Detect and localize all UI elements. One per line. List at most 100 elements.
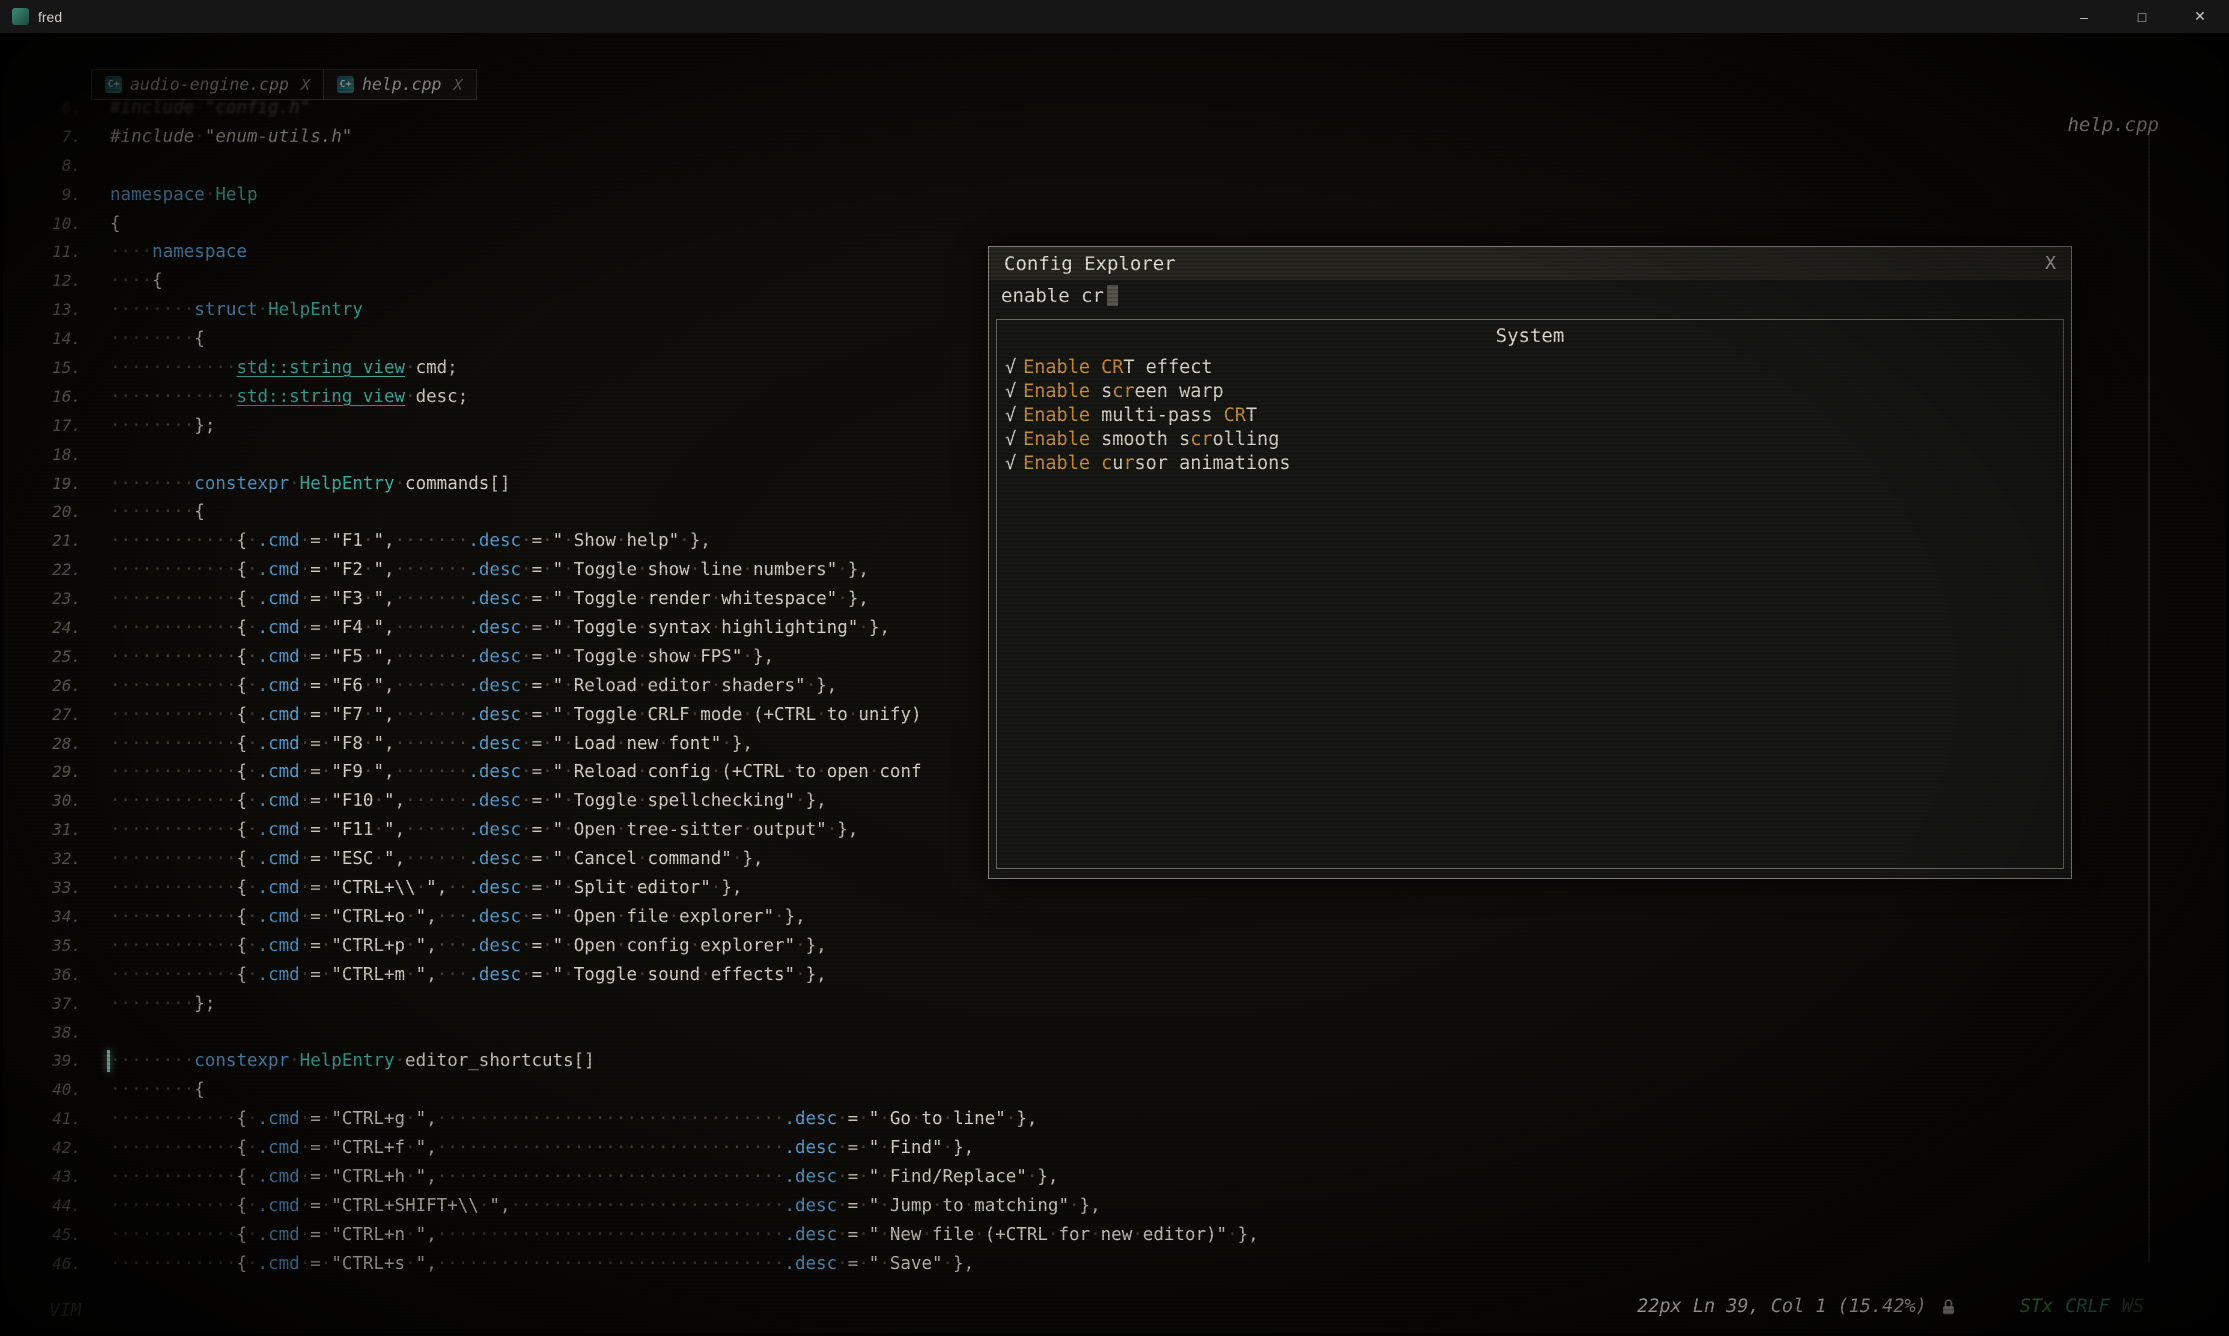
- line-number: 22.: [3, 556, 81, 585]
- code-line-7[interactable]: 7.#include·"enum-utils.h": [3, 123, 2226, 152]
- code-text: {: [110, 210, 121, 239]
- tab-close-button[interactable]: X: [453, 76, 462, 94]
- config-explorer-titlebar[interactable]: Config Explorer X: [989, 247, 2071, 280]
- code-line-39[interactable]: 39. ········constexpr·HelpEntry·editor_sh…: [3, 1047, 2226, 1076]
- line-number: 38.: [3, 1019, 81, 1048]
- line-number: 29.: [3, 758, 81, 787]
- config-item[interactable]: √Enable multi-pass CRT: [1005, 403, 2055, 427]
- code-line-10[interactable]: 10.{: [3, 210, 2226, 239]
- code-line-34[interactable]: 34.············{·.cmd·=·"CTRL+o·",···.de…: [3, 903, 2226, 932]
- status-bar-right: 22px Ln 39, Col 1 (15.42%) STx CRLF WS: [1637, 1296, 2144, 1317]
- config-item-label: Enable multi-pass CRT: [1023, 405, 1257, 426]
- code-text: ····namespace: [110, 238, 247, 267]
- code-text: ············{·.cmd·=·"CTRL+g·",·········…: [110, 1105, 1037, 1134]
- checkbox-checked-icon: √: [1005, 357, 1016, 378]
- active-file-label: help.cpp: [2067, 114, 2159, 136]
- line-number: 8.: [3, 152, 81, 181]
- status-flag-stx: STx: [2020, 1296, 2053, 1317]
- config-search-query: enable cr: [1001, 285, 1104, 307]
- line-number: 45.: [3, 1221, 81, 1250]
- status-position: 22px Ln 39, Col 1 (15.42%): [1637, 1296, 1927, 1317]
- window-titlebar: fred – □ ✕: [0, 0, 2229, 33]
- code-text: ············std::string_view·cmd;: [110, 354, 458, 383]
- config-item[interactable]: √Enable CRT effect: [1005, 355, 2055, 379]
- code-text: ········};: [110, 990, 215, 1019]
- code-text: ············{·.cmd·=·"F8·",·······.desc·…: [110, 730, 753, 759]
- tab-close-button[interactable]: X: [301, 76, 310, 94]
- checkbox-checked-icon: √: [1005, 381, 1016, 402]
- line-number: 27.: [3, 701, 81, 730]
- status-flag-ws: WS: [2122, 1296, 2144, 1317]
- code-text: ············{·.cmd·=·"CTRL+f·",·········…: [110, 1134, 974, 1163]
- line-number: 30.: [3, 787, 81, 816]
- code-line-38[interactable]: 38.: [3, 1019, 2226, 1048]
- tab-audio-engine.cpp[interactable]: C+audio-engine.cppX: [92, 70, 323, 99]
- line-number: 17.: [3, 412, 81, 441]
- code-text: ············{·.cmd·=·"CTRL+SHIFT+\\·",··…: [110, 1192, 1101, 1221]
- config-explorer-panel: Config Explorer X enable cr System √Enab…: [988, 246, 2072, 879]
- code-text: ············{·.cmd·=·"CTRL+m·",···.desc·…: [110, 961, 827, 990]
- code-text: ············{·.cmd·=·"CTRL+h·",·········…: [110, 1163, 1058, 1192]
- code-text: ············{·.cmd·=·"F4·",·······.desc·…: [110, 614, 890, 643]
- app-icon: [12, 8, 29, 25]
- code-line-40[interactable]: 40. ········{: [3, 1076, 2226, 1105]
- line-number: 46.: [3, 1250, 81, 1279]
- code-line-43[interactable]: 43.············{·.cmd·=·"CTRL+h·",······…: [3, 1163, 2226, 1192]
- maximize-button[interactable]: □: [2113, 0, 2171, 33]
- text-cursor: [107, 1050, 110, 1072]
- line-number: 39.: [3, 1047, 81, 1076]
- code-text: ············{·.cmd·=·"F5·",·······.desc·…: [110, 643, 774, 672]
- code-line-41[interactable]: 41.············{·.cmd·=·"CTRL+g·",······…: [3, 1105, 2226, 1134]
- scrollbar[interactable]: [2148, 133, 2150, 1263]
- tab-label: help.cpp: [362, 75, 441, 94]
- code-text: ············{·.cmd·=·"F3·",·······.desc·…: [110, 585, 869, 614]
- config-item-label: Enable screen warp: [1023, 381, 1224, 402]
- line-number: 16.: [3, 383, 81, 412]
- close-button[interactable]: ✕: [2171, 0, 2229, 33]
- code-text: ············{·.cmd·=·"F9·",·······.desc·…: [110, 758, 922, 787]
- code-text: namespace·Help: [110, 181, 258, 210]
- code-text: ········constexpr·HelpEntry·editor_short…: [110, 1047, 595, 1076]
- line-number: 7.: [3, 123, 81, 152]
- code-text: ········constexpr·HelpEntry·commands[]: [110, 470, 510, 499]
- code-text: ············{·.cmd·=·"F2·",·······.desc·…: [110, 556, 869, 585]
- code-line-9[interactable]: 9.namespace·Help: [3, 181, 2226, 210]
- code-line-42[interactable]: 42.············{·.cmd·=·"CTRL+f·",······…: [3, 1134, 2226, 1163]
- code-text: ········{: [110, 498, 205, 527]
- line-number: 26.: [3, 672, 81, 701]
- line-number: 28.: [3, 730, 81, 759]
- config-item[interactable]: √Enable smooth scrolling: [1005, 427, 2055, 451]
- checkbox-checked-icon: √: [1005, 429, 1016, 450]
- config-item[interactable]: √ Enable screen warp: [1005, 379, 2055, 403]
- line-number: 14.: [3, 325, 81, 354]
- line-number: 18.: [3, 441, 81, 470]
- code-line-44[interactable]: 44.············{·.cmd·=·"CTRL+SHIFT+\\·"…: [3, 1192, 2226, 1221]
- tab-help.cpp[interactable]: C+help.cppX: [323, 70, 476, 99]
- code-text: ············{·.cmd·=·"CTRL+\\·",··.desc·…: [110, 874, 742, 903]
- code-line-35[interactable]: 35.············{·.cmd·=·"CTRL+p·",···.de…: [3, 932, 2226, 961]
- code-text: ············{·.cmd·=·"CTRL+o·",···.desc·…: [110, 903, 806, 932]
- config-explorer-title: Config Explorer: [1004, 253, 1176, 275]
- code-text: ············{·.cmd·=·"F1·",·······.desc·…: [110, 527, 711, 556]
- line-number: 40.: [3, 1076, 81, 1105]
- code-text: ········{: [110, 325, 205, 354]
- code-text: ········{: [110, 1076, 205, 1105]
- query-cursor: [1107, 285, 1118, 306]
- status-flag-crlf: CRLF: [2065, 1296, 2110, 1317]
- code-line-45[interactable]: 45. ············{·.cmd·=·"CTRL+n·",······…: [3, 1221, 2226, 1250]
- minimize-button[interactable]: –: [2055, 0, 2113, 33]
- code-line-46[interactable]: 46.············{·.cmd·=·"CTRL+s·",······…: [3, 1250, 2226, 1279]
- cpp-file-icon: C+: [105, 76, 122, 93]
- code-text: ············std::string_view·desc;: [110, 383, 468, 412]
- config-search-input[interactable]: enable cr: [989, 280, 2071, 311]
- code-line-37[interactable]: 37.········};: [3, 990, 2226, 1019]
- line-number: 23.: [3, 585, 81, 614]
- line-number: 32.: [3, 845, 81, 874]
- config-item[interactable]: √Enable cursor animations: [1005, 451, 2055, 475]
- code-text: ············{·.cmd·=·"CTRL+n·",·········…: [110, 1221, 1259, 1250]
- code-text: ············{·.cmd·=·"F6·",·······.desc·…: [110, 672, 837, 701]
- line-number: 25.: [3, 643, 81, 672]
- config-close-button[interactable]: X: [2045, 253, 2056, 274]
- code-line-36[interactable]: 36.············{·.cmd·=·"CTRL+m·",···.de…: [3, 961, 2226, 990]
- code-line-8[interactable]: 8.: [3, 152, 2226, 181]
